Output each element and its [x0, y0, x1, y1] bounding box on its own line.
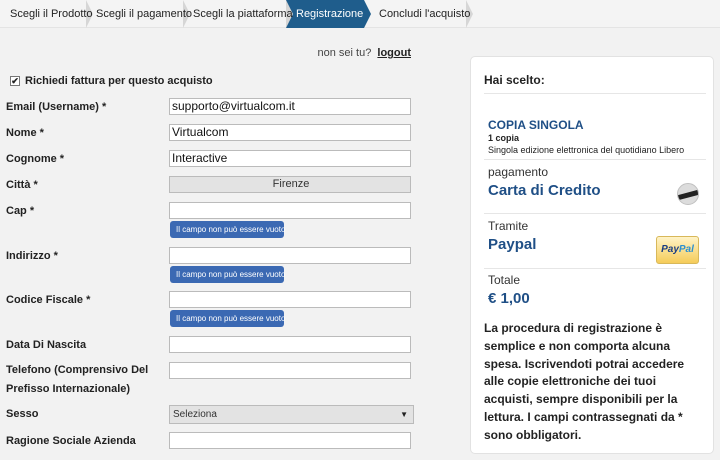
cognome-label: Cognome *: [6, 153, 65, 165]
codice-fiscale-label: Codice Fiscale *: [6, 294, 91, 306]
citta-field[interactable]: Firenze: [169, 176, 411, 193]
step-registrazione[interactable]: Registrazione: [286, 0, 371, 28]
cap-field[interactable]: [169, 202, 411, 219]
paypal-logo-icon: PayPal: [656, 236, 699, 264]
summary-divider: [484, 213, 706, 214]
invoice-label: Richiedi fattura per questo acquisto: [25, 75, 213, 87]
registration-info: La procedura di registrazione è semplice…: [484, 321, 685, 442]
sesso-label: Sesso: [6, 408, 39, 420]
not-you-row: non sei tu? logout: [200, 47, 412, 59]
data-nascita-field[interactable]: [169, 336, 411, 353]
invoice-checkbox-row[interactable]: ✔ Richiedi fattura per questo acquisto: [10, 75, 213, 87]
indirizzo-error-tooltip: Il campo non può essere vuoto: [170, 266, 285, 283]
sesso-selected-value: Seleziona: [173, 409, 217, 420]
nome-label: Nome *: [6, 127, 44, 139]
indirizzo-label: Indirizzo *: [6, 250, 58, 262]
data-nascita-label: Data Di Nascita: [6, 339, 87, 351]
checkbox-icon[interactable]: ✔: [10, 76, 20, 86]
payment-label: pagamento: [488, 165, 549, 179]
codice-fiscale-error-tooltip: Il campo non può essere vuoto: [170, 310, 285, 327]
summary-divider: [484, 268, 706, 269]
telefono-label-line2: Prefisso Internazionale): [6, 383, 131, 395]
nome-field[interactable]: Virtualcom: [169, 124, 411, 141]
email-field[interactable]: supporto@virtualcom.it: [169, 98, 411, 115]
not-you-text: non sei tu?: [317, 47, 372, 59]
step-scegli-pagamento[interactable]: Scegli il pagamento: [86, 0, 192, 28]
via-label: Tramite: [488, 219, 529, 233]
ragione-sociale-field[interactable]: [169, 432, 411, 449]
step-scegli-piattaforma[interactable]: Scegli la piattaforma: [183, 0, 293, 28]
product-copies: 1 copia: [488, 133, 520, 143]
indirizzo-field[interactable]: [169, 247, 411, 264]
payment-value: Carta di Credito: [488, 182, 601, 199]
summary-title: Hai scelto:: [484, 73, 545, 87]
citta-label: Città *: [6, 179, 38, 191]
via-value: Paypal: [488, 236, 537, 253]
total-value: € 1,00: [488, 290, 530, 307]
cognome-field[interactable]: Interactive: [169, 150, 411, 167]
sesso-select[interactable]: Seleziona ▼: [169, 405, 414, 424]
step-scegli-prodotto[interactable]: Scegli il Prodotto: [0, 0, 93, 28]
credit-card-icon: [677, 183, 699, 205]
summary-divider: [484, 93, 706, 94]
summary-divider: [484, 159, 706, 160]
step-concludi-acquisto[interactable]: Concludi l'acquisto: [369, 0, 473, 28]
product-name: COPIA SINGOLA: [488, 118, 584, 132]
product-description: Singola edizione elettronica del quotidi…: [488, 145, 685, 155]
order-summary-panel: Hai scelto: COPIA SINGOLA 1 copia Singol…: [470, 56, 714, 454]
checkout-steps: Scegli il Prodotto Scegli il pagamento S…: [0, 0, 720, 28]
telefono-field[interactable]: [169, 362, 411, 379]
ragione-sociale-label: Ragione Sociale Azienda: [6, 435, 136, 447]
logout-link[interactable]: logout: [377, 47, 411, 59]
chevron-down-icon: ▼: [400, 410, 408, 419]
codice-fiscale-field[interactable]: [169, 291, 411, 308]
cap-error-tooltip: Il campo non può essere vuoto: [170, 221, 285, 238]
cap-label: Cap *: [6, 205, 35, 217]
total-label: Totale: [488, 273, 521, 287]
telefono-label-line1: Telefono (Comprensivo Del: [6, 364, 149, 376]
email-label: Email (Username) *: [6, 101, 107, 113]
